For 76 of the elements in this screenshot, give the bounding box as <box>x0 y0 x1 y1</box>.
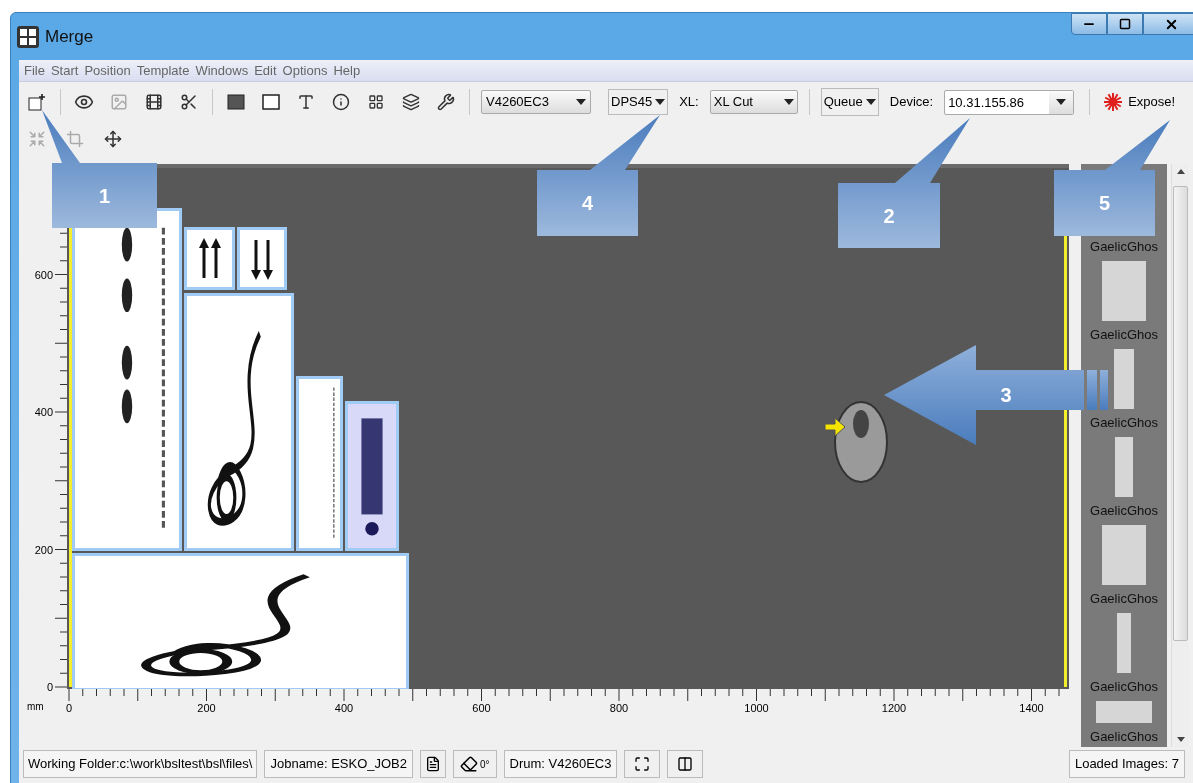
device-field[interactable]: 10.31.155.86 <box>945 90 1050 114</box>
ruler-label: 400 <box>334 703 354 714</box>
ruler-label: 1000 <box>744 703 769 714</box>
caret-icon <box>783 99 794 105</box>
close-button[interactable] <box>1143 13 1193 35</box>
menu-item[interactable]: Start <box>47 60 82 81</box>
artwork-image[interactable] <box>237 227 287 290</box>
ruler-label: 600 <box>472 703 491 714</box>
artwork-image[interactable] <box>345 401 399 551</box>
ruler-label: 0 <box>65 703 73 714</box>
panel-toggle-icon[interactable] <box>667 750 704 778</box>
thumbnail-label[interactable]: GaelicGhos <box>1090 729 1158 745</box>
thumbnail-image[interactable] <box>1096 701 1152 723</box>
artwork-image[interactable] <box>72 208 182 551</box>
callout-marker: 5 <box>1052 118 1172 238</box>
thumbnail-image[interactable] <box>1117 613 1131 673</box>
queue-dropdown[interactable]: Queue <box>820 88 879 116</box>
resolution-dropdown[interactable]: DPS45 <box>608 89 669 115</box>
thumbnail-label[interactable]: GaelicGhos <box>1090 415 1158 431</box>
expose-button[interactable]: Expose! <box>1101 92 1176 112</box>
callout-marker: 4 <box>535 113 662 238</box>
scroll-thumb[interactable] <box>1173 186 1188 641</box>
ruler-label: 600 <box>34 269 53 281</box>
ruler-label: 1400 <box>1019 703 1044 714</box>
jobname-status: Jobname: ESKO_JOB2 <box>264 750 414 778</box>
caret-icon <box>655 99 666 105</box>
thumbnail-label[interactable]: GaelicGhos <box>1090 503 1158 519</box>
caret-icon <box>1056 99 1067 105</box>
ruler-label: 1200 <box>881 703 907 714</box>
device-label: Device: <box>889 93 934 112</box>
artwork-image[interactable] <box>72 553 409 689</box>
printer-dropdown[interactable]: V4260EC3 <box>481 90 591 114</box>
thumbnail-image[interactable] <box>1102 261 1146 321</box>
menu-item[interactable]: Options <box>279 60 331 81</box>
artwork-image[interactable] <box>184 293 294 551</box>
burst-icon <box>1103 92 1124 112</box>
app-icon <box>17 25 39 48</box>
ruler-label: 200 <box>34 544 53 556</box>
scrollbar[interactable] <box>1171 164 1189 747</box>
ruler-label: 800 <box>609 703 629 714</box>
ruler-label: 0 <box>46 682 53 693</box>
device-combobox[interactable]: 10.31.155.86 <box>944 89 1075 115</box>
thumbnail-image[interactable] <box>1102 525 1146 585</box>
caret-icon <box>576 99 586 105</box>
menu-item[interactable]: Edit <box>251 60 280 81</box>
dropdown-button[interactable] <box>1049 90 1074 114</box>
ruler-unit: mm <box>27 700 44 714</box>
minimize-button[interactable] <box>1071 13 1107 35</box>
thumbnail-label[interactable]: GaelicGhos <box>1090 239 1158 255</box>
window-title: Merge <box>45 25 94 48</box>
ruler-label: 400 <box>34 407 53 418</box>
thumbnail-image[interactable] <box>1114 349 1134 409</box>
menu-item[interactable]: Windows <box>192 60 252 81</box>
thumbnail-label[interactable]: GaelicGhos <box>1090 327 1158 343</box>
document-icon[interactable] <box>420 750 447 778</box>
xl-dropdown[interactable]: XL Cut <box>709 90 798 114</box>
fit-view-icon[interactable] <box>624 750 661 778</box>
menu-item[interactable]: Help <box>330 60 364 81</box>
xl-label: XL: <box>679 93 699 112</box>
loaded-images-status: Loaded Images: 7 <box>1068 750 1185 778</box>
menu-item[interactable]: Template <box>133 60 193 81</box>
menu-item[interactable]: Position <box>81 60 134 81</box>
rotation-button[interactable]: 0° <box>453 750 497 778</box>
working-folder-status: Working Folder:c:\work\bsltest\bsl\files\ <box>23 750 258 778</box>
drum-status: Drum: V4260EC3 <box>503 750 618 778</box>
callout-marker: 2 <box>836 116 972 250</box>
menu-item[interactable]: File <box>21 60 48 81</box>
thumbnail-image[interactable] <box>1115 437 1133 497</box>
caret-icon <box>865 99 876 105</box>
ruler-label: 200 <box>197 703 216 714</box>
thumbnail-label[interactable]: GaelicGhos <box>1090 591 1158 607</box>
thumbnail-label[interactable]: GaelicGhos <box>1090 679 1158 695</box>
artwork-image[interactable] <box>184 227 235 290</box>
maximize-icon <box>1119 18 1131 30</box>
maximize-button[interactable] <box>1107 13 1143 35</box>
eraser-icon <box>460 755 479 773</box>
